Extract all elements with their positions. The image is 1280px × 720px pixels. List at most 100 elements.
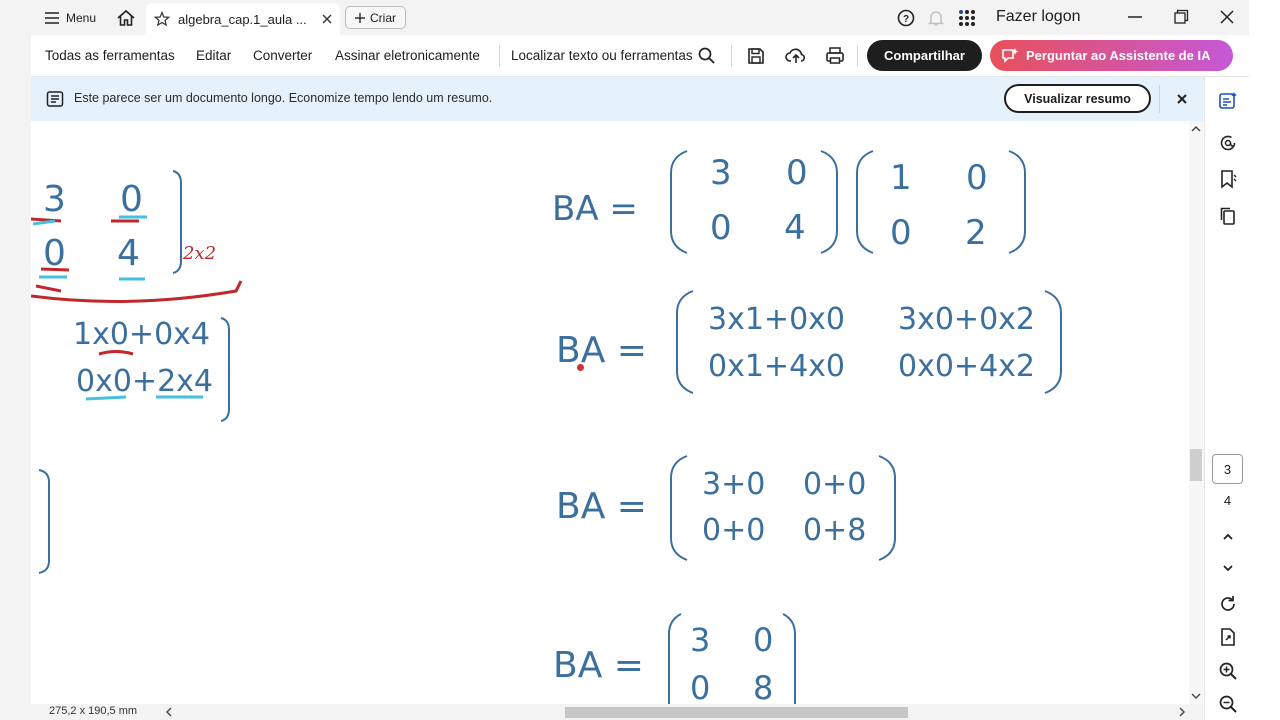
home-icon[interactable] <box>116 8 136 28</box>
tab-title: algebra_cap.1_aula ... <box>178 11 307 27</box>
document-page[interactable]: 3 0 0 4 2x2 1x0+0x4 0x0+2x4 BA = 3 0 0 4… <box>31 121 1189 704</box>
next-page-icon[interactable] <box>1217 557 1239 579</box>
rotate-icon[interactable] <box>1217 593 1239 615</box>
eq4-lhs: BA = <box>553 645 644 686</box>
comment-icon[interactable] <box>1217 132 1239 154</box>
edit-menu[interactable]: Editar <box>196 48 231 63</box>
eq1-m1-cell: 4 <box>784 208 806 248</box>
summary-banner: Este parece ser um documento longo. Econ… <box>31 77 1204 121</box>
star-icon[interactable] <box>154 11 170 27</box>
plus-icon <box>355 12 365 23</box>
svg-text:?: ? <box>903 14 909 25</box>
window-edge <box>1249 0 1280 720</box>
menu-button[interactable]: Menu <box>44 8 96 28</box>
ai-summary-icon[interactable] <box>1217 90 1239 112</box>
eq4-matrix-brackets <box>668 613 796 704</box>
create-button[interactable]: Criar <box>345 6 406 29</box>
right-tool-panel: 3 4 <box>1204 77 1249 720</box>
scroll-down-arrow-icon[interactable] <box>1191 692 1201 700</box>
eq4-cell: 0 <box>753 621 774 659</box>
current-page-input[interactable]: 3 <box>1212 454 1243 484</box>
notification-bell-icon[interactable] <box>926 8 946 28</box>
cursor-dot <box>577 364 584 371</box>
eq2-cell: 0x1+4x0 <box>708 349 845 384</box>
vertical-scroll-thumb[interactable] <box>1190 449 1202 481</box>
eq1-m2-cell: 0 <box>966 158 988 198</box>
left-matrix-cell: 0 <box>43 233 66 274</box>
print-icon[interactable] <box>824 45 846 67</box>
copy-pages-icon[interactable] <box>1217 205 1239 227</box>
help-icon[interactable]: ? <box>896 8 916 28</box>
upload-cloud-icon[interactable] <box>785 45 807 67</box>
eq1-m2-cell: 2 <box>965 213 987 253</box>
eq3-cell: 0+0 <box>803 467 867 502</box>
find-tools-field[interactable]: Localizar texto ou ferramentas <box>511 48 693 63</box>
share-button[interactable]: Compartilhar <box>867 40 982 71</box>
close-banner-icon[interactable] <box>1172 89 1192 109</box>
eq1-m1-cell: 3 <box>710 153 732 193</box>
restore-icon[interactable] <box>1170 6 1192 28</box>
banner-message: Este parece ser um documento longo. Econ… <box>74 91 493 105</box>
main-toolbar: Todas as ferramentas Editar Converter As… <box>0 35 1280 77</box>
total-pages: 4 <box>1223 493 1232 508</box>
eq4-cell: 0 <box>690 669 711 704</box>
extract-page-icon[interactable] <box>1217 626 1239 648</box>
eq2-cell: 0x0+4x2 <box>898 349 1035 384</box>
ai-assistant-label: Perguntar ao Assistente de IA <box>1026 48 1211 63</box>
toolbar-divider <box>857 45 858 67</box>
eq1-m2-cell: 1 <box>890 158 912 198</box>
view-summary-button[interactable]: Visualizar resumo <box>1004 84 1151 113</box>
document-summary-icon <box>46 91 64 107</box>
previous-page-icon[interactable] <box>1217 526 1239 548</box>
vertical-scrollbar[interactable] <box>1189 121 1204 704</box>
close-tab-icon[interactable] <box>322 14 332 24</box>
document-tab[interactable]: algebra_cap.1_aula ... <box>146 3 340 35</box>
create-label: Criar <box>370 10 396 25</box>
close-window-icon[interactable] <box>1216 6 1238 28</box>
sign-in-link[interactable]: Fazer logon <box>996 8 1081 26</box>
minimize-icon[interactable] <box>1124 6 1146 28</box>
scroll-right-arrow-icon[interactable] <box>1178 707 1186 717</box>
save-icon[interactable] <box>745 45 767 67</box>
sign-menu[interactable]: Assinar eletronicamente <box>335 48 480 63</box>
eq2-cell: 3x0+0x2 <box>898 302 1035 337</box>
scroll-up-arrow-icon[interactable] <box>1191 125 1201 133</box>
banner-divider <box>1159 85 1160 113</box>
search-icon[interactable] <box>696 45 718 67</box>
left-matrix-cell: 3 <box>43 179 66 220</box>
eq3-lhs: BA = <box>556 486 647 527</box>
toolbar-divider <box>731 45 732 67</box>
menu-label: Menu <box>66 11 97 25</box>
status-bar: 275,2 x 190,5 mm <box>31 704 1204 720</box>
eq1-m1-cell: 0 <box>786 153 808 193</box>
hamburger-icon <box>45 12 59 24</box>
apps-grid-icon[interactable] <box>957 8 977 28</box>
page-size-label: 275,2 x 190,5 mm <box>49 705 138 717</box>
size-annotation: 2x2 <box>183 243 217 264</box>
eq4-cell: 8 <box>753 669 774 704</box>
left-product-row: 1x0+0x4 <box>73 317 210 352</box>
scroll-left-arrow-icon[interactable] <box>165 707 173 717</box>
left-product-row: 0x0+2x4 <box>76 364 213 399</box>
convert-menu[interactable]: Converter <box>253 48 312 63</box>
eq1-lhs: BA = <box>552 189 638 229</box>
eq2-cell: 3x1+0x0 <box>708 302 845 337</box>
horizontal-scroll-thumb[interactable] <box>565 707 908 718</box>
left-gutter <box>0 35 31 720</box>
left-matrix-cell: 0 <box>120 179 143 220</box>
ai-assistant-button[interactable]: Perguntar ao Assistente de IA <box>990 40 1233 71</box>
eq3-cell: 0+0 <box>702 513 766 548</box>
eq4-cell: 3 <box>690 621 711 659</box>
eq1-m2-cell: 0 <box>890 213 912 253</box>
all-tools-menu[interactable]: Todas as ferramentas <box>45 48 175 63</box>
title-bar: Menu algebra_cap.1_aula ... Criar ? Faze… <box>0 0 1280 35</box>
zoom-out-icon[interactable] <box>1217 693 1239 715</box>
bookmark-icon[interactable] <box>1217 168 1239 190</box>
eq1-m1-cell: 0 <box>710 208 732 248</box>
eq3-cell: 0+8 <box>803 513 867 548</box>
zoom-in-icon[interactable] <box>1217 660 1239 682</box>
left-matrix-cell: 4 <box>117 233 140 274</box>
eq2-lhs: BA = <box>556 330 647 371</box>
toolbar-divider <box>499 45 500 67</box>
eq3-cell: 3+0 <box>702 467 766 502</box>
